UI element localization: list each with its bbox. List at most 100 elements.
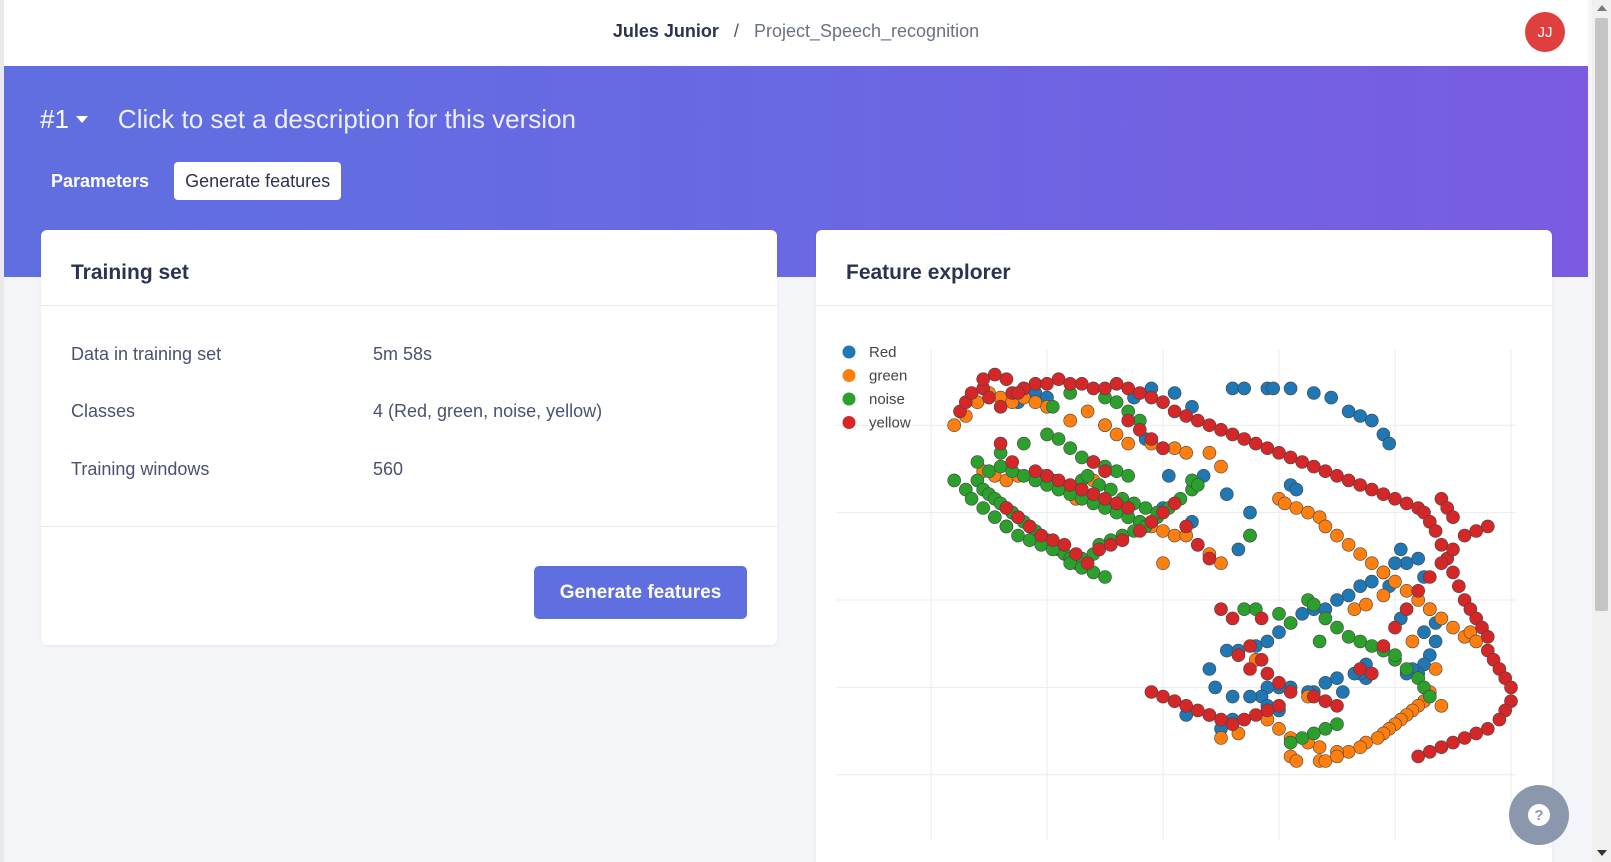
point-red[interactable] (1219, 643, 1234, 658)
point-yellow[interactable] (999, 372, 1014, 387)
point-green[interactable] (1156, 556, 1170, 570)
point-red[interactable] (1330, 671, 1344, 686)
point-noise[interactable] (1022, 533, 1037, 547)
point-noise[interactable] (1312, 634, 1327, 649)
point-red[interactable] (1225, 689, 1240, 704)
point-noise[interactable] (1388, 648, 1402, 663)
feature-scatter-plot[interactable]: Red green noise yellow (826, 330, 1526, 850)
point-noise[interactable] (1190, 478, 1205, 492)
point-yellow[interactable] (988, 367, 1002, 382)
point-yellow[interactable] (1237, 432, 1252, 446)
point-red[interactable] (1393, 542, 1408, 557)
point-green[interactable] (1289, 501, 1304, 515)
point-noise[interactable] (993, 459, 1008, 474)
point-green[interactable] (1388, 574, 1402, 589)
point-yellow[interactable] (1446, 565, 1460, 580)
point-green[interactable] (1347, 602, 1362, 617)
point-yellow[interactable] (1225, 427, 1240, 442)
point-yellow[interactable] (976, 372, 990, 387)
point-yellow[interactable] (1248, 708, 1263, 722)
point-red[interactable] (1382, 436, 1397, 451)
point-green[interactable] (1399, 583, 1414, 598)
point-green[interactable] (1341, 538, 1356, 552)
point-yellow[interactable] (1202, 418, 1217, 432)
point-yellow[interactable] (1167, 694, 1182, 709)
point-yellow[interactable] (1283, 450, 1298, 465)
point-green[interactable] (1080, 404, 1095, 419)
point-red[interactable] (1341, 588, 1356, 603)
point-yellow[interactable] (1190, 703, 1205, 718)
point-yellow[interactable] (1086, 455, 1101, 469)
point-yellow[interactable] (1422, 570, 1437, 584)
point-red[interactable] (1243, 689, 1257, 704)
point-green[interactable] (1272, 721, 1286, 736)
legend-label-green[interactable]: green (869, 368, 907, 385)
legend-label-yellow[interactable]: yellow (869, 415, 911, 432)
point-yellow[interactable] (1005, 455, 1019, 469)
point-yellow[interactable] (1214, 602, 1228, 617)
legend-marker-noise[interactable] (842, 392, 856, 406)
point-noise[interactable] (1109, 395, 1124, 409)
point-green[interactable] (1318, 754, 1333, 768)
point-green[interactable] (1364, 556, 1379, 570)
point-noise[interactable] (1306, 597, 1321, 612)
point-yellow[interactable] (1040, 469, 1054, 483)
point-red[interactable] (1388, 556, 1402, 570)
point-yellow[interactable] (1040, 376, 1054, 391)
point-red[interactable] (1219, 487, 1234, 501)
point-noise[interactable] (1138, 501, 1153, 515)
generate-features-button[interactable]: Generate features (534, 566, 747, 619)
point-yellow[interactable] (1446, 542, 1460, 557)
point-yellow[interactable] (1063, 376, 1077, 391)
point-yellow[interactable] (1318, 694, 1333, 709)
point-noise[interactable] (1011, 528, 1025, 543)
point-red[interactable] (1161, 469, 1176, 483)
point-yellow[interactable] (1480, 721, 1495, 736)
point-red[interactable] (1306, 386, 1321, 400)
point-yellow[interactable] (1051, 473, 1066, 488)
point-green[interactable] (1341, 744, 1356, 759)
scroll-up-arrow-icon[interactable] (1597, 5, 1607, 11)
point-green[interactable] (1028, 395, 1043, 409)
point-yellow[interactable] (1306, 689, 1321, 704)
point-yellow[interactable] (1237, 712, 1252, 727)
point-yellow[interactable] (1411, 583, 1426, 598)
point-green[interactable] (1330, 749, 1344, 764)
point-yellow[interactable] (993, 400, 1008, 414)
point-noise[interactable] (1080, 469, 1095, 483)
point-yellow[interactable] (1480, 519, 1495, 534)
point-noise[interactable] (1341, 629, 1356, 644)
point-red[interactable] (1272, 625, 1286, 640)
point-yellow[interactable] (1028, 464, 1043, 478)
point-green[interactable] (1370, 731, 1385, 745)
point-yellow[interactable] (1434, 538, 1449, 552)
point-green[interactable] (1109, 427, 1124, 442)
point-yellow[interactable] (1434, 740, 1449, 755)
point-green[interactable] (1063, 413, 1077, 428)
point-green[interactable] (1353, 547, 1368, 561)
point-yellow[interactable] (1156, 395, 1170, 409)
point-noise[interactable] (1243, 528, 1257, 543)
point-yellow[interactable] (1364, 482, 1379, 497)
point-yellow[interactable] (1167, 496, 1182, 511)
point-green[interactable] (1312, 740, 1327, 755)
point-noise[interactable] (964, 492, 979, 506)
point-yellow[interactable] (1086, 487, 1101, 501)
point-noise[interactable] (1046, 400, 1060, 414)
point-green[interactable] (1121, 436, 1136, 451)
point-yellow[interactable] (1092, 542, 1107, 557)
point-green[interactable] (1376, 565, 1391, 580)
point-noise[interactable] (976, 501, 990, 515)
point-green[interactable] (1167, 441, 1182, 455)
point-yellow[interactable] (1028, 376, 1043, 391)
point-green[interactable] (1098, 418, 1112, 432)
point-noise[interactable] (1075, 450, 1089, 465)
avatar[interactable]: JJ (1525, 12, 1565, 52)
point-red[interactable] (1335, 685, 1350, 699)
point-yellow[interactable] (1446, 510, 1460, 524)
point-yellow[interactable] (1457, 528, 1472, 543)
point-yellow[interactable] (1075, 482, 1089, 497)
legend-label-red[interactable]: Red (869, 344, 897, 361)
point-green[interactable] (1277, 496, 1292, 511)
point-yellow[interactable] (1121, 501, 1136, 515)
